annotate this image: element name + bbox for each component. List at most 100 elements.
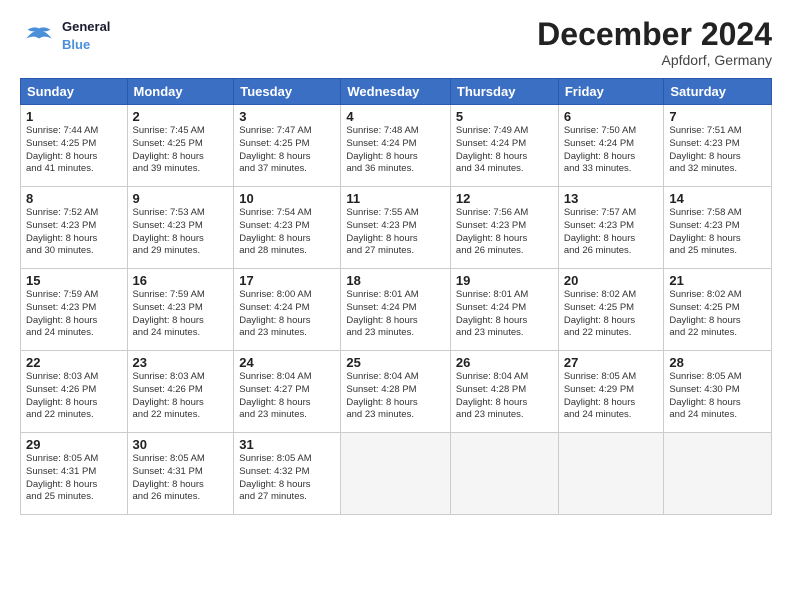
- logo-bird-icon: [20, 25, 58, 47]
- calendar-week-row: 29 Sunrise: 8:05 AMSunset: 4:31 PMDaylig…: [21, 433, 772, 515]
- col-friday: Friday: [558, 79, 664, 105]
- day-number: 11: [346, 191, 445, 206]
- day-info: Sunrise: 7:52 AMSunset: 4:23 PMDaylight:…: [26, 207, 122, 258]
- col-monday: Monday: [127, 79, 234, 105]
- day-number: 27: [564, 355, 659, 370]
- day-info: Sunrise: 8:04 AMSunset: 4:27 PMDaylight:…: [239, 371, 335, 422]
- calendar-header-row: Sunday Monday Tuesday Wednesday Thursday…: [21, 79, 772, 105]
- day-number: 23: [133, 355, 229, 370]
- col-wednesday: Wednesday: [341, 79, 451, 105]
- day-number: 9: [133, 191, 229, 206]
- col-thursday: Thursday: [450, 79, 558, 105]
- calendar-day-cell: 26 Sunrise: 8:04 AMSunset: 4:28 PMDaylig…: [450, 351, 558, 433]
- day-info: Sunrise: 7:56 AMSunset: 4:23 PMDaylight:…: [456, 207, 553, 258]
- day-info: Sunrise: 8:05 AMSunset: 4:29 PMDaylight:…: [564, 371, 659, 422]
- calendar-day-cell: 15 Sunrise: 7:59 AMSunset: 4:23 PMDaylig…: [21, 269, 128, 351]
- day-info: Sunrise: 7:59 AMSunset: 4:23 PMDaylight:…: [133, 289, 229, 340]
- day-info: Sunrise: 8:03 AMSunset: 4:26 PMDaylight:…: [26, 371, 122, 422]
- calendar-day-cell: 1 Sunrise: 7:44 AMSunset: 4:25 PMDayligh…: [21, 105, 128, 187]
- day-number: 8: [26, 191, 122, 206]
- calendar-day-cell: 21 Sunrise: 8:02 AMSunset: 4:25 PMDaylig…: [664, 269, 772, 351]
- day-number: 24: [239, 355, 335, 370]
- day-number: 7: [669, 109, 766, 124]
- calendar-day-cell: 12 Sunrise: 7:56 AMSunset: 4:23 PMDaylig…: [450, 187, 558, 269]
- calendar-day-cell: 18 Sunrise: 8:01 AMSunset: 4:24 PMDaylig…: [341, 269, 451, 351]
- calendar-day-cell: 29 Sunrise: 8:05 AMSunset: 4:31 PMDaylig…: [21, 433, 128, 515]
- day-number: 29: [26, 437, 122, 452]
- calendar-day-cell: 14 Sunrise: 7:58 AMSunset: 4:23 PMDaylig…: [664, 187, 772, 269]
- calendar-day-cell: 27 Sunrise: 8:05 AMSunset: 4:29 PMDaylig…: [558, 351, 664, 433]
- day-info: Sunrise: 7:51 AMSunset: 4:23 PMDaylight:…: [669, 125, 766, 176]
- day-info: Sunrise: 8:01 AMSunset: 4:24 PMDaylight:…: [456, 289, 553, 340]
- month-title: December 2024: [537, 18, 772, 50]
- day-info: Sunrise: 8:02 AMSunset: 4:25 PMDaylight:…: [564, 289, 659, 340]
- day-info: Sunrise: 8:01 AMSunset: 4:24 PMDaylight:…: [346, 289, 445, 340]
- day-number: 15: [26, 273, 122, 288]
- calendar-day-cell: 28 Sunrise: 8:05 AMSunset: 4:30 PMDaylig…: [664, 351, 772, 433]
- calendar-day-cell: 6 Sunrise: 7:50 AMSunset: 4:24 PMDayligh…: [558, 105, 664, 187]
- calendar-day-cell: 13 Sunrise: 7:57 AMSunset: 4:23 PMDaylig…: [558, 187, 664, 269]
- calendar-day-cell: [450, 433, 558, 515]
- calendar-week-row: 8 Sunrise: 7:52 AMSunset: 4:23 PMDayligh…: [21, 187, 772, 269]
- calendar-day-cell: 22 Sunrise: 8:03 AMSunset: 4:26 PMDaylig…: [21, 351, 128, 433]
- day-info: Sunrise: 7:57 AMSunset: 4:23 PMDaylight:…: [564, 207, 659, 258]
- day-number: 4: [346, 109, 445, 124]
- location: Apfdorf, Germany: [537, 52, 772, 68]
- day-info: Sunrise: 7:55 AMSunset: 4:23 PMDaylight:…: [346, 207, 445, 258]
- day-number: 26: [456, 355, 553, 370]
- day-info: Sunrise: 7:58 AMSunset: 4:23 PMDaylight:…: [669, 207, 766, 258]
- day-info: Sunrise: 7:53 AMSunset: 4:23 PMDaylight:…: [133, 207, 229, 258]
- day-info: Sunrise: 7:45 AMSunset: 4:25 PMDaylight:…: [133, 125, 229, 176]
- calendar-day-cell: 23 Sunrise: 8:03 AMSunset: 4:26 PMDaylig…: [127, 351, 234, 433]
- day-number: 30: [133, 437, 229, 452]
- calendar-day-cell: 4 Sunrise: 7:48 AMSunset: 4:24 PMDayligh…: [341, 105, 451, 187]
- day-number: 31: [239, 437, 335, 452]
- day-info: Sunrise: 8:04 AMSunset: 4:28 PMDaylight:…: [346, 371, 445, 422]
- calendar-day-cell: 20 Sunrise: 8:02 AMSunset: 4:25 PMDaylig…: [558, 269, 664, 351]
- calendar-week-row: 1 Sunrise: 7:44 AMSunset: 4:25 PMDayligh…: [21, 105, 772, 187]
- calendar-day-cell: 8 Sunrise: 7:52 AMSunset: 4:23 PMDayligh…: [21, 187, 128, 269]
- day-info: Sunrise: 7:44 AMSunset: 4:25 PMDaylight:…: [26, 125, 122, 176]
- calendar: Sunday Monday Tuesday Wednesday Thursday…: [20, 78, 772, 515]
- day-info: Sunrise: 8:05 AMSunset: 4:31 PMDaylight:…: [133, 453, 229, 504]
- page: General Blue December 2024 Apfdorf, Germ…: [0, 0, 792, 612]
- calendar-day-cell: 11 Sunrise: 7:55 AMSunset: 4:23 PMDaylig…: [341, 187, 451, 269]
- calendar-day-cell: 16 Sunrise: 7:59 AMSunset: 4:23 PMDaylig…: [127, 269, 234, 351]
- day-info: Sunrise: 7:49 AMSunset: 4:24 PMDaylight:…: [456, 125, 553, 176]
- calendar-day-cell: 7 Sunrise: 7:51 AMSunset: 4:23 PMDayligh…: [664, 105, 772, 187]
- calendar-day-cell: 9 Sunrise: 7:53 AMSunset: 4:23 PMDayligh…: [127, 187, 234, 269]
- day-number: 3: [239, 109, 335, 124]
- day-info: Sunrise: 8:03 AMSunset: 4:26 PMDaylight:…: [133, 371, 229, 422]
- calendar-day-cell: 31 Sunrise: 8:05 AMSunset: 4:32 PMDaylig…: [234, 433, 341, 515]
- day-number: 5: [456, 109, 553, 124]
- day-number: 2: [133, 109, 229, 124]
- day-info: Sunrise: 8:05 AMSunset: 4:30 PMDaylight:…: [669, 371, 766, 422]
- day-number: 1: [26, 109, 122, 124]
- col-saturday: Saturday: [664, 79, 772, 105]
- calendar-day-cell: 25 Sunrise: 8:04 AMSunset: 4:28 PMDaylig…: [341, 351, 451, 433]
- calendar-day-cell: 3 Sunrise: 7:47 AMSunset: 4:25 PMDayligh…: [234, 105, 341, 187]
- day-number: 10: [239, 191, 335, 206]
- calendar-day-cell: 19 Sunrise: 8:01 AMSunset: 4:24 PMDaylig…: [450, 269, 558, 351]
- header: General Blue December 2024 Apfdorf, Germ…: [20, 18, 772, 68]
- day-info: Sunrise: 7:50 AMSunset: 4:24 PMDaylight:…: [564, 125, 659, 176]
- calendar-day-cell: 17 Sunrise: 8:00 AMSunset: 4:24 PMDaylig…: [234, 269, 341, 351]
- day-number: 21: [669, 273, 766, 288]
- day-info: Sunrise: 8:04 AMSunset: 4:28 PMDaylight:…: [456, 371, 553, 422]
- calendar-day-cell: 5 Sunrise: 7:49 AMSunset: 4:24 PMDayligh…: [450, 105, 558, 187]
- logo: General Blue: [20, 18, 110, 53]
- day-number: 13: [564, 191, 659, 206]
- calendar-day-cell: 30 Sunrise: 8:05 AMSunset: 4:31 PMDaylig…: [127, 433, 234, 515]
- day-info: Sunrise: 8:00 AMSunset: 4:24 PMDaylight:…: [239, 289, 335, 340]
- calendar-day-cell: 10 Sunrise: 7:54 AMSunset: 4:23 PMDaylig…: [234, 187, 341, 269]
- day-info: Sunrise: 7:59 AMSunset: 4:23 PMDaylight:…: [26, 289, 122, 340]
- day-info: Sunrise: 8:05 AMSunset: 4:31 PMDaylight:…: [26, 453, 122, 504]
- day-info: Sunrise: 8:05 AMSunset: 4:32 PMDaylight:…: [239, 453, 335, 504]
- calendar-day-cell: 24 Sunrise: 8:04 AMSunset: 4:27 PMDaylig…: [234, 351, 341, 433]
- day-info: Sunrise: 8:02 AMSunset: 4:25 PMDaylight:…: [669, 289, 766, 340]
- day-number: 14: [669, 191, 766, 206]
- day-number: 16: [133, 273, 229, 288]
- calendar-day-cell: [664, 433, 772, 515]
- day-number: 12: [456, 191, 553, 206]
- day-number: 17: [239, 273, 335, 288]
